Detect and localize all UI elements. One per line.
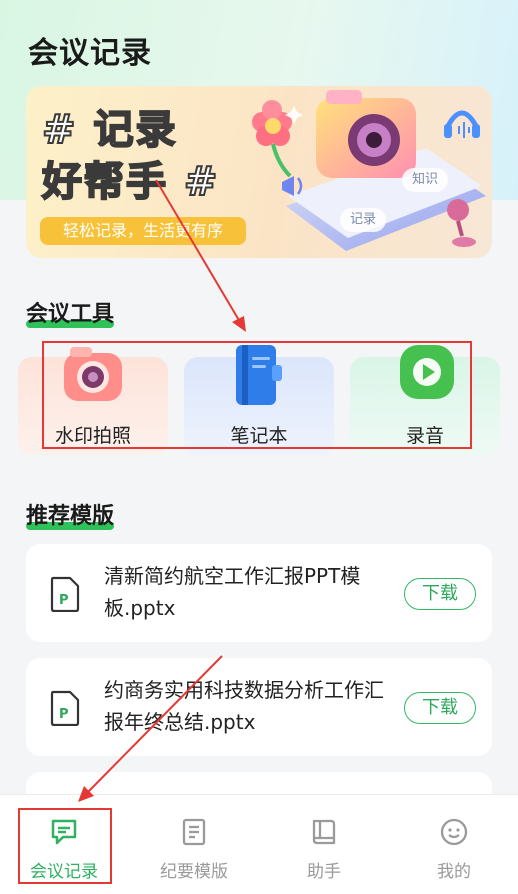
svg-text:P: P [59,593,69,608]
annotation-arrowhead-1 [232,316,246,332]
nav-label: 我的 [437,862,471,882]
banner-headline: # 记录 好帮手 # [41,104,220,208]
banner-chip-record: 记录 [340,208,387,232]
banner-illustration [252,90,486,251]
nav-label: 助手 [307,862,341,882]
bottom-nav: 会议记录 纪要模版 助手 我的 [0,794,518,894]
camera-icon [64,347,122,401]
template-title: 约商务实用科技数据分析工作汇报年终总结.pptx [104,678,384,734]
tool-recording[interactable]: 录音 [350,345,500,455]
tools-section-title-text: 会议工具 [26,302,115,327]
document-icon [182,818,206,846]
ppt-file-icon: P [50,690,80,726]
smile-icon [440,818,468,846]
nav-item-mine[interactable]: 我的 [394,795,514,894]
microphone-icon [447,199,476,247]
templates-section-title: 推荐模版 [26,498,115,530]
tool-label: 录音 [405,425,444,447]
tool-label: 水印拍照 [54,425,131,447]
download-button[interactable]: 下载 [404,692,476,724]
banner-headline-line2: 好帮手 # [41,158,220,206]
template-card[interactable]: P 清新简约航空工作汇报PPT模板.pptx 下载 [26,544,492,642]
flower-icon [252,100,292,178]
templates-section-title-text: 推荐模版 [26,504,115,529]
template-card[interactable]: P 约商务实用科技数据分析工作汇报年终总结.pptx 下载 [26,658,492,756]
book-icon [312,819,336,845]
nav-item-meeting-record[interactable]: 会议记录 [4,795,124,894]
nav-item-summary-template[interactable]: 纪要模版 [134,795,254,894]
page-title: 会议记录 [28,36,152,71]
tools-section-title: 会议工具 [26,296,115,328]
nav-label: 会议记录 [30,862,98,882]
chat-icon [51,819,77,845]
nav-label: 纪要模版 [160,862,228,882]
tool-label: 笔记本 [230,425,288,447]
banner-slogan: 轻松记录，生活更有序 [40,217,246,245]
nav-item-assistant[interactable]: 助手 [264,795,384,894]
notebook-icon [236,345,282,405]
svg-text:P: P [59,707,69,722]
download-button[interactable]: 下载 [404,578,476,610]
tool-watermark-photo[interactable]: 水印拍照 [18,347,168,455]
play-icon [400,345,454,399]
ppt-file-icon: P [50,576,80,612]
banner-chip-knowledge: 知识 [402,168,449,192]
headphone-icon [444,110,480,138]
tool-notebook[interactable]: 笔记本 [184,345,334,455]
banner-headline-line1: # 记录 [41,106,178,154]
promo-banner[interactable]: # 记录 好帮手 # 轻松记录，生活更有序 知识 记录 [26,86,492,258]
template-title: 清新简约航空工作汇报PPT模板.pptx [104,564,361,620]
